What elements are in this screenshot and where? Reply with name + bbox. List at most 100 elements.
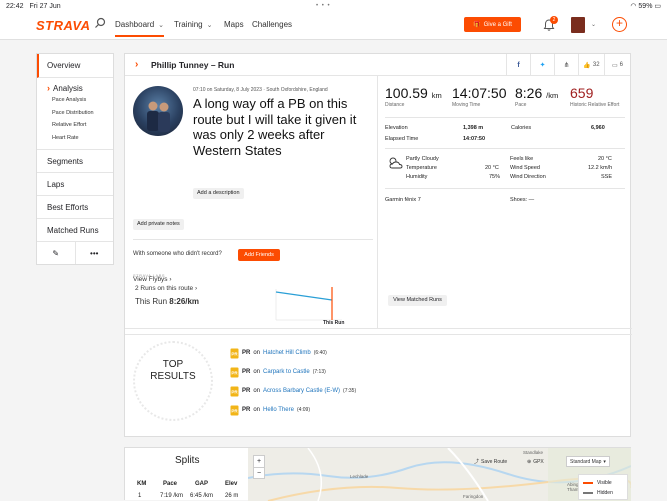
- sidebar-analysis-group: › Analysis Pace Analysis Pace Distributio…: [37, 78, 113, 150]
- elapsed-time-value: 14:07:50: [463, 136, 486, 142]
- segment-time: (6:40): [313, 350, 327, 356]
- calories-value: 6,960: [591, 125, 605, 131]
- splits-header-elev: Elev: [225, 481, 238, 487]
- map-style-select[interactable]: Standard Map ▾: [566, 456, 610, 467]
- gpx-icon: ⊕: [527, 458, 532, 465]
- runs-on-route-link[interactable]: 2 Runs on this route ›: [135, 285, 197, 292]
- sidebar-item-pace-distribution[interactable]: Pace Distribution: [47, 107, 113, 120]
- activity-owner-title: Phillip Tunney – Run: [151, 60, 235, 70]
- add-friends-button[interactable]: Add Friends: [238, 249, 280, 261]
- share-icon[interactable]: ⋔: [554, 54, 578, 76]
- facebook-icon[interactable]: f: [506, 54, 530, 76]
- chevron-down-icon[interactable]: ⌄: [591, 21, 596, 28]
- search-icon[interactable]: [94, 17, 106, 29]
- sidebar-item-relative-effort[interactable]: Relative Effort: [47, 119, 113, 132]
- nav-training[interactable]: Training ⌄: [174, 20, 212, 29]
- view-matched-runs-button[interactable]: View Matched Runs: [388, 295, 447, 306]
- sidebar-item-segments[interactable]: Segments: [37, 150, 113, 173]
- gpx-button[interactable]: ⊕ GPX: [527, 456, 544, 467]
- nav-challenges[interactable]: Challenges: [252, 20, 292, 29]
- status-bar: 22:42 Fri 27 Jun • • • ◠ 59% ▭: [0, 0, 667, 12]
- chevron-right-icon: ›: [195, 285, 198, 292]
- svg-text:PR: PR: [231, 389, 238, 394]
- sidebar-item-heart-rate[interactable]: Heart Rate: [47, 132, 113, 145]
- run-icon: ›: [135, 59, 139, 70]
- humidity-label: Humidity: [406, 174, 428, 180]
- view-flybys-link[interactable]: View Flybys ›: [133, 276, 172, 283]
- top-results-line2: RESULTS: [150, 371, 196, 382]
- activity-header: › Phillip Tunney – Run f ✦ ⋔ 👍 32 ▭ 6: [125, 54, 630, 76]
- splits-title: Splits: [175, 455, 200, 466]
- pace-value: 8:26: [515, 85, 543, 101]
- zoom-control: + −: [253, 455, 265, 479]
- zoom-out-button[interactable]: −: [254, 467, 264, 479]
- sidebar-tools: ✎ •••: [37, 242, 113, 264]
- nav-dashboard[interactable]: Dashboard ⌄: [115, 20, 165, 37]
- elevation-value: 1,398 m: [463, 125, 484, 131]
- activity-title[interactable]: A long way off a PB on this route but I …: [193, 96, 373, 158]
- segment-link[interactable]: Hatchet Hill Climb: [263, 350, 311, 356]
- kudos-count: 32: [592, 62, 600, 68]
- this-run-pace-value: 8:26/km: [169, 297, 200, 306]
- athlete-photo[interactable]: [133, 86, 183, 136]
- feels-like-label: Feels like: [510, 156, 534, 162]
- route-map[interactable]: + − ⤴ Save Route ⊕ GPX Standard Map ▾ Lechla…: [248, 448, 631, 501]
- shoes-label[interactable]: Shoes: —: [510, 197, 534, 203]
- multitask-dots[interactable]: • • •: [316, 3, 331, 9]
- legend-visible[interactable]: Visible: [583, 478, 623, 488]
- battery-percent: 59%: [638, 3, 653, 10]
- stat-distance: 100.59 km Distance: [385, 85, 442, 108]
- pr-label: PR: [242, 388, 251, 394]
- view-flybys-label: View Flybys: [133, 276, 168, 283]
- segment-link[interactable]: Carpark to Castle: [263, 369, 310, 375]
- divider: [125, 328, 632, 329]
- kudos-button[interactable]: 👍 32: [578, 54, 604, 76]
- stat-relative-effort[interactable]: 659 Historic Relative Effort: [570, 85, 626, 108]
- legend-hidden[interactable]: Hidden: [583, 488, 623, 498]
- map-place-label: Lechlade: [350, 474, 369, 479]
- feels-like-value: 20 °C: [598, 156, 612, 162]
- activity-stats: 100.59 km Distance 14:07:50 Moving Time 8:…: [379, 76, 631, 328]
- divider: [385, 188, 625, 189]
- save-route-button[interactable]: ⤴ Save Route: [474, 456, 507, 467]
- sidebar-item-overview[interactable]: Overview: [37, 54, 113, 78]
- humidity-value: 75%: [489, 174, 501, 180]
- divider: [385, 117, 625, 118]
- segment-link[interactable]: Across Barbary Castle (E-W): [263, 388, 340, 394]
- give-a-gift-button[interactable]: 🎁 Give a Gift: [464, 17, 521, 32]
- map-place-label: Faringdon: [463, 494, 484, 499]
- moving-time-label: Moving Time: [452, 102, 481, 108]
- svg-text:PR: PR: [231, 408, 238, 413]
- sidebar-item-best-efforts[interactable]: Best Efforts: [37, 196, 113, 219]
- wind-speed-value: 12.2 km/h: [588, 165, 613, 171]
- nav-maps[interactable]: Maps: [224, 20, 244, 29]
- sidebar-item-matched-runs[interactable]: Matched Runs: [37, 219, 113, 242]
- avatar[interactable]: [571, 17, 585, 33]
- zoom-in-button[interactable]: +: [254, 456, 264, 467]
- edit-pencil-icon[interactable]: ✎: [37, 242, 76, 264]
- header-actions: f ✦ ⋔ 👍 32 ▭ 6: [506, 54, 630, 76]
- gift-icon: 🎁: [473, 22, 481, 28]
- chevron-down-icon: ⌄: [206, 22, 213, 29]
- activity-date: 07:10 on Saturday, 8 July 2023 · South O…: [193, 87, 328, 93]
- sidebar-item-laps[interactable]: Laps: [37, 173, 113, 196]
- add-private-notes-button[interactable]: Add private notes: [133, 219, 184, 230]
- add-description-button[interactable]: Add a description: [193, 188, 244, 199]
- strava-logo[interactable]: STRAVA: [36, 18, 91, 33]
- pr-item: PR PR on Hello There (4:09): [230, 404, 310, 416]
- pr-medal-icon: PR: [230, 386, 239, 396]
- this-run-pace: This Run 8:26/km: [135, 297, 199, 306]
- stat-moving-time: 14:07:50 Moving Time: [452, 85, 507, 108]
- twitter-icon[interactable]: ✦: [530, 54, 554, 76]
- sidebar-item-pace-analysis[interactable]: Pace Analysis: [47, 94, 113, 107]
- comments-count: 6: [619, 62, 623, 68]
- pr-on: on: [253, 369, 261, 375]
- save-route-label: Save Route: [481, 458, 508, 465]
- segment-link[interactable]: Hello There: [263, 407, 294, 413]
- upload-plus-button[interactable]: +: [612, 17, 627, 32]
- comments-button[interactable]: ▭ 6: [604, 54, 630, 76]
- pr-on: on: [253, 350, 261, 356]
- top-navigation: STRAVA Dashboard ⌄ Training ⌄ Maps Challen…: [0, 12, 667, 40]
- sidebar-item-analysis[interactable]: › Analysis: [47, 82, 113, 94]
- more-options-icon[interactable]: •••: [76, 242, 114, 264]
